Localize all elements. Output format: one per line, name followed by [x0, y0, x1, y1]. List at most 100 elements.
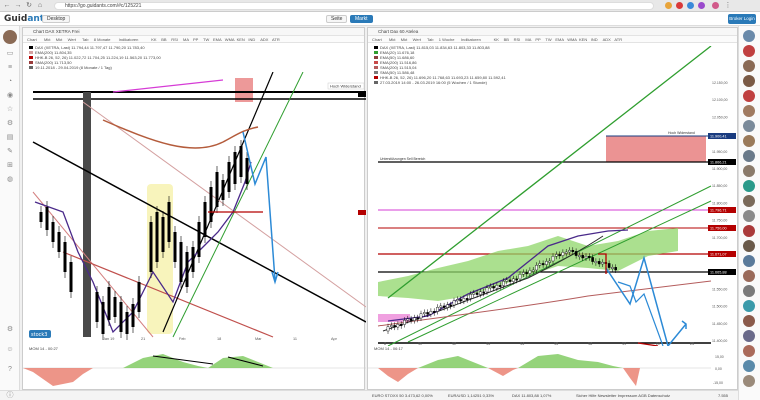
- toolbar-item[interactable]: WMA: [225, 37, 235, 42]
- extension-icon[interactable]: [676, 2, 683, 9]
- desktop-tab[interactable]: Desktop: [42, 15, 71, 23]
- right-momentum-chart[interactable]: 15,00 0,00 -15,00: [368, 352, 739, 390]
- contact-avatar[interactable]: [743, 120, 755, 132]
- contact-avatar[interactable]: [743, 90, 755, 102]
- x-axis-tick: 12: [452, 342, 456, 346]
- toolbar-item[interactable]: ATR: [272, 37, 280, 42]
- book-icon[interactable]: ▤: [6, 134, 14, 142]
- toolbar-item[interactable]: BB: [161, 37, 166, 42]
- toolbar-item[interactable]: Indikatoren: [119, 37, 139, 42]
- contact-avatar[interactable]: [743, 165, 755, 177]
- contact-avatar[interactable]: [743, 210, 755, 222]
- toolbar-item[interactable]: MA: [525, 37, 531, 42]
- toolbar-item[interactable]: TW: [545, 37, 551, 42]
- contact-avatar[interactable]: [743, 195, 755, 207]
- toolbar-item[interactable]: Wert: [68, 37, 76, 42]
- toolbar-item[interactable]: IND: [591, 37, 598, 42]
- toolbar-item[interactable]: 1 Woche: [439, 37, 455, 42]
- contact-avatar[interactable]: [743, 255, 755, 267]
- contact-avatar[interactable]: [743, 45, 755, 57]
- contact-avatar[interactable]: [743, 225, 755, 237]
- contact-avatar[interactable]: [743, 75, 755, 87]
- forward-icon[interactable]: →: [14, 2, 22, 10]
- user-icon[interactable]: ☺: [6, 346, 14, 354]
- toolbar-item[interactable]: Mkt: [44, 37, 50, 42]
- left-price-chart[interactable]: stock3 Hoch Widerstand Jan 19 21 Feb 18 Mar 1…: [23, 72, 366, 342]
- toolbar-item[interactable]: Mkt: [389, 37, 395, 42]
- tools-icon[interactable]: ⚙: [6, 120, 14, 128]
- contact-avatar[interactable]: [743, 270, 755, 282]
- toolbar-item[interactable]: ADX: [603, 37, 611, 42]
- toolbar-item[interactable]: ADX: [260, 37, 268, 42]
- contact-avatar[interactable]: [743, 60, 755, 72]
- toolbar-item[interactable]: PP: [535, 37, 540, 42]
- toolbar-item[interactable]: Indikatoren: [461, 37, 481, 42]
- contact-avatar[interactable]: [743, 30, 755, 42]
- extension-icon[interactable]: [687, 2, 694, 9]
- indicator-axis-label: 0,00: [715, 367, 722, 371]
- contact-avatar[interactable]: [743, 300, 755, 312]
- eye-icon[interactable]: ◉: [6, 92, 14, 100]
- toolbar-item[interactable]: TW: [203, 37, 209, 42]
- globe-icon[interactable]: ◍: [6, 176, 14, 184]
- toolbar-item[interactable]: BB: [504, 37, 509, 42]
- toolbar-item[interactable]: Chart: [372, 37, 382, 42]
- toolbar-item[interactable]: Wert: [413, 37, 421, 42]
- toolbar-item[interactable]: 8 Monate: [94, 37, 111, 42]
- avatar[interactable]: [3, 30, 17, 44]
- contact-avatar[interactable]: [743, 105, 755, 117]
- profile-icon[interactable]: [712, 2, 719, 9]
- seite-tab[interactable]: Seite: [326, 15, 348, 23]
- chart-icon[interactable]: ≡: [6, 64, 14, 72]
- toolbar-item[interactable]: EMA: [555, 37, 564, 42]
- contact-avatar[interactable]: [743, 375, 755, 387]
- settings-icon[interactable]: ⚙: [6, 326, 14, 334]
- toolbar-item[interactable]: RSI: [171, 37, 178, 42]
- contact-avatar[interactable]: [743, 345, 755, 357]
- broker-login-button[interactable]: Broker Login: [728, 14, 756, 24]
- contact-avatar[interactable]: [743, 180, 755, 192]
- contact-avatar[interactable]: [743, 285, 755, 297]
- status-item[interactable]: Sicher Hilfe Newsletter Impressum AGB Da…: [576, 393, 670, 398]
- toolbar-item[interactable]: IND: [248, 37, 255, 42]
- toolbar-item[interactable]: KK: [494, 37, 499, 42]
- toolbar-item[interactable]: KEN: [237, 37, 245, 42]
- toolbar-item[interactable]: Chart: [27, 37, 37, 42]
- left-momentum-chart[interactable]: [23, 352, 366, 390]
- contact-avatar[interactable]: [743, 240, 755, 252]
- star-icon[interactable]: ☆: [6, 106, 14, 114]
- grid-icon[interactable]: ⊞: [6, 162, 14, 170]
- toolbar-item[interactable]: WMA: [567, 37, 577, 42]
- address-bar[interactable]: https://go.guidants.com/#c/125221: [54, 2, 654, 10]
- home-icon[interactable]: ⌂: [36, 2, 44, 10]
- toolbar-item[interactable]: Tab: [427, 37, 433, 42]
- toolbar-item[interactable]: Mkt: [56, 37, 62, 42]
- help-icon[interactable]: ?: [6, 366, 14, 374]
- toolbar-item[interactable]: MA: [183, 37, 189, 42]
- menu-icon[interactable]: ⋮: [724, 2, 732, 10]
- toolbar-item[interactable]: EMA: [213, 37, 222, 42]
- extension-icon[interactable]: [665, 2, 672, 9]
- right-price-chart[interactable]: Hoch Widerstand Unterstützungen Sell Ber…: [368, 46, 739, 346]
- extension-icon[interactable]: [698, 2, 705, 9]
- toolbar-item[interactable]: ATR: [614, 37, 622, 42]
- toolbar-item[interactable]: Tab: [82, 37, 88, 42]
- bell-icon[interactable]: ◔: [6, 78, 14, 86]
- x-axis-tick: Jan 19: [103, 337, 114, 341]
- contact-avatar[interactable]: [743, 150, 755, 162]
- toolbar-item[interactable]: KEN: [579, 37, 587, 42]
- back-icon[interactable]: ←: [3, 2, 11, 10]
- toolbar-item[interactable]: PP: [193, 37, 198, 42]
- toolbar-item[interactable]: Mkt: [401, 37, 407, 42]
- markt-tab[interactable]: Markt: [350, 15, 373, 23]
- contact-avatar[interactable]: [743, 315, 755, 327]
- toolbar-item[interactable]: KK: [151, 37, 156, 42]
- contact-avatar[interactable]: [743, 330, 755, 342]
- chat-icon[interactable]: ▭: [6, 50, 14, 58]
- contact-avatar[interactable]: [743, 360, 755, 372]
- contact-avatar[interactable]: [743, 135, 755, 147]
- toolbar-item[interactable]: RSI: [514, 37, 521, 42]
- info-icon[interactable]: ⓘ: [6, 392, 14, 400]
- pen-icon[interactable]: ✎: [6, 148, 14, 156]
- reload-icon[interactable]: ↻: [25, 2, 33, 10]
